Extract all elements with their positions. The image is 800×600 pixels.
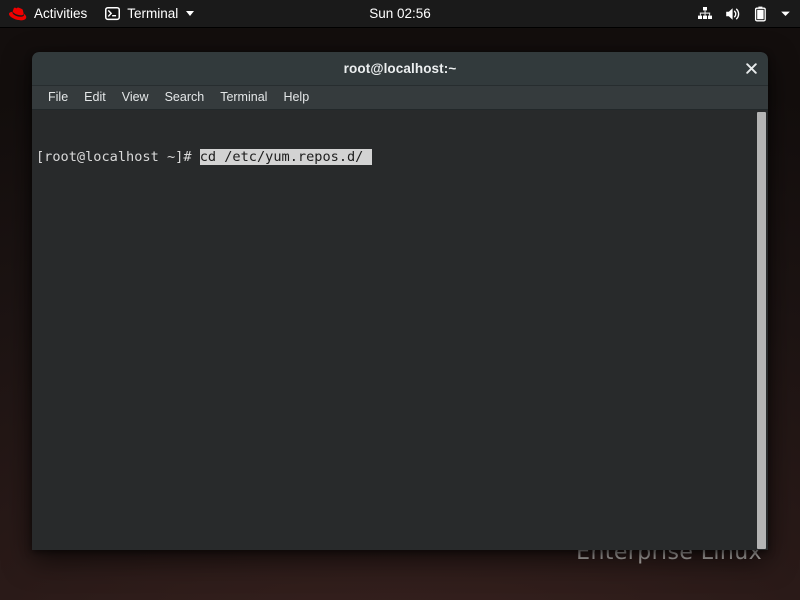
terminal-app-icon xyxy=(105,6,121,21)
close-button[interactable] xyxy=(739,56,764,81)
battery-icon xyxy=(754,6,767,22)
menu-item-terminal[interactable]: Terminal xyxy=(212,86,275,109)
close-icon xyxy=(746,63,757,74)
terminal-body[interactable]: [root@localhost ~]# cd /etc/yum.repos.d/ xyxy=(32,110,768,550)
top-bar-left-group: Activities Terminal xyxy=(0,0,203,27)
menu-bar: File Edit View Search Terminal Help xyxy=(32,86,768,110)
system-status-area[interactable] xyxy=(697,0,792,27)
terminal-scrollbar-thumb[interactable] xyxy=(757,112,766,549)
shell-prompt: [root@localhost ~]# xyxy=(36,149,200,165)
menu-item-view[interactable]: View xyxy=(114,86,157,109)
terminal-screen[interactable]: [root@localhost ~]# cd /etc/yum.repos.d/ xyxy=(32,110,754,550)
selected-command-text[interactable]: cd /etc/yum.repos.d/ xyxy=(199,149,372,165)
window-title: root@localhost:~ xyxy=(343,61,457,76)
app-menu-terminal[interactable]: Terminal xyxy=(96,0,203,27)
gnome-top-bar: Activities Terminal Sun 02:56 xyxy=(0,0,800,27)
redhat-logo-icon xyxy=(9,7,27,21)
terminal-window[interactable]: root@localhost:~ File Edit View Search T… xyxy=(32,52,768,550)
window-title-bar[interactable]: root@localhost:~ xyxy=(32,52,768,86)
activities-button[interactable]: Activities xyxy=(0,0,96,27)
clock-label[interactable]: Sun 02:56 xyxy=(369,6,431,21)
menu-item-search[interactable]: Search xyxy=(157,86,213,109)
chevron-down-icon xyxy=(186,11,195,16)
menu-item-help[interactable]: Help xyxy=(275,86,317,109)
activities-label: Activities xyxy=(34,5,88,21)
app-menu-label: Terminal xyxy=(127,5,179,21)
terminal-scrollbar[interactable] xyxy=(754,110,768,550)
terminal-line: [root@localhost ~]# cd /etc/yum.repos.d/ xyxy=(36,149,754,166)
menu-item-file[interactable]: File xyxy=(40,86,76,109)
volume-icon xyxy=(725,6,742,22)
chevron-down-icon xyxy=(779,7,792,20)
network-wired-icon xyxy=(697,6,713,22)
menu-item-edit[interactable]: Edit xyxy=(76,86,114,109)
